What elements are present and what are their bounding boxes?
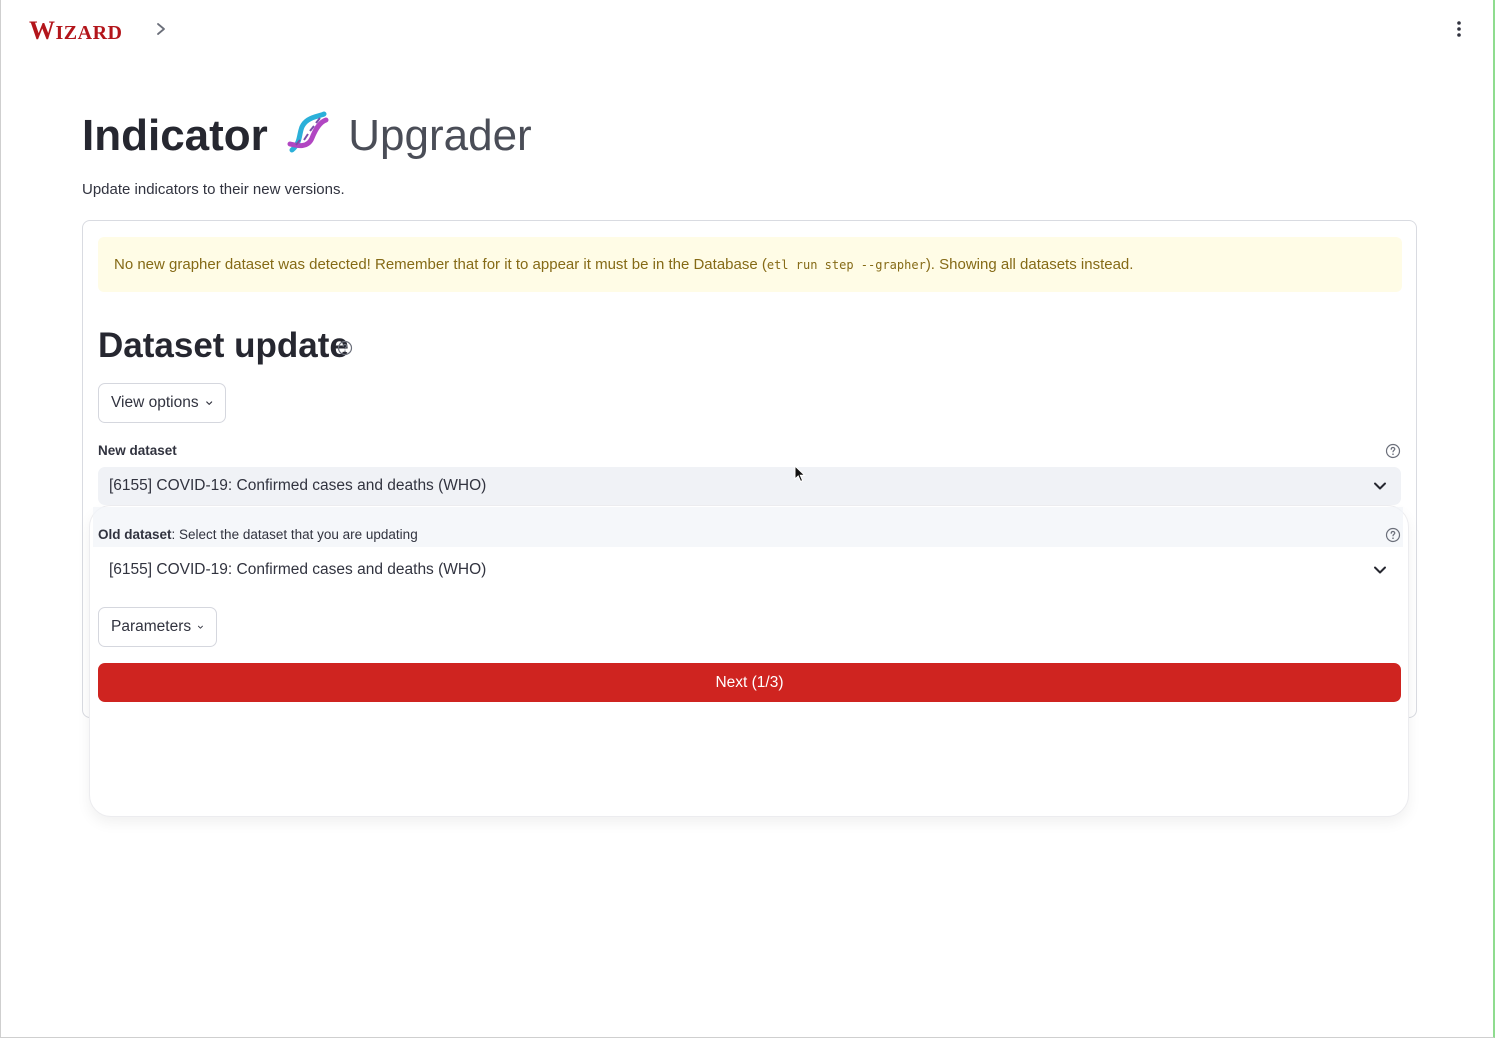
page-title: Indicator Upgrader [82, 108, 532, 164]
next-button[interactable]: Next (1/3) [98, 663, 1401, 702]
warning-code: etl run step --grapher [766, 257, 926, 272]
question-circle-icon[interactable] [1385, 527, 1401, 543]
parameters-label: Parameters [111, 618, 192, 635]
kebab-menu-icon[interactable] [1455, 19, 1463, 39]
warning-text-before: No new grapher dataset was detected! Rem… [114, 256, 767, 273]
view-options-button[interactable]: View options [98, 383, 226, 423]
next-button-label: Next (1/3) [715, 673, 784, 691]
chevron-right-icon[interactable] [153, 19, 169, 39]
old-dataset-select[interactable]: [6155] COVID-19: Confirmed cases and dea… [98, 551, 1401, 589]
logo-rest: IZARD [55, 22, 123, 44]
warning-text-after: ). Showing all datasets instead. [925, 256, 1134, 273]
new-dataset-label: New dataset [98, 443, 177, 458]
new-dataset-value: [6155] COVID-19: Confirmed cases and dea… [109, 477, 487, 494]
chevron-down-icon [1374, 566, 1386, 574]
question-circle-icon[interactable] [337, 340, 353, 356]
old-dataset-value: [6155] COVID-19: Confirmed cases and dea… [109, 561, 487, 578]
page-title-accent: Upgrader [348, 111, 532, 160]
view-options-label: View options [111, 394, 199, 411]
wizard-logo[interactable]: WIZARD [29, 16, 122, 46]
top-bar: WIZARD [1, 0, 1493, 58]
chevron-down-icon [1374, 482, 1386, 490]
parameters-button[interactable]: Parameters [98, 607, 217, 647]
mouse-cursor-icon [794, 465, 806, 483]
chevron-down-icon [205, 401, 212, 405]
dna-icon [287, 111, 329, 153]
page-title-main: Indicator [82, 111, 268, 160]
chevron-down-icon [198, 625, 204, 629]
question-circle-icon[interactable] [1385, 443, 1401, 459]
logo-initial: W [29, 16, 56, 45]
section-title: Dataset update [98, 326, 349, 365]
old-dataset-label: Old dataset: Select the dataset that you… [98, 527, 418, 542]
warning-alert: No new grapher dataset was detected! Rem… [98, 237, 1402, 292]
new-dataset-select[interactable]: [6155] COVID-19: Confirmed cases and dea… [98, 467, 1401, 505]
app-window: WIZARD Indicator Upgrader Update indicat… [0, 0, 1495, 1038]
page-subtitle: Update indicators to their new versions. [82, 181, 345, 198]
